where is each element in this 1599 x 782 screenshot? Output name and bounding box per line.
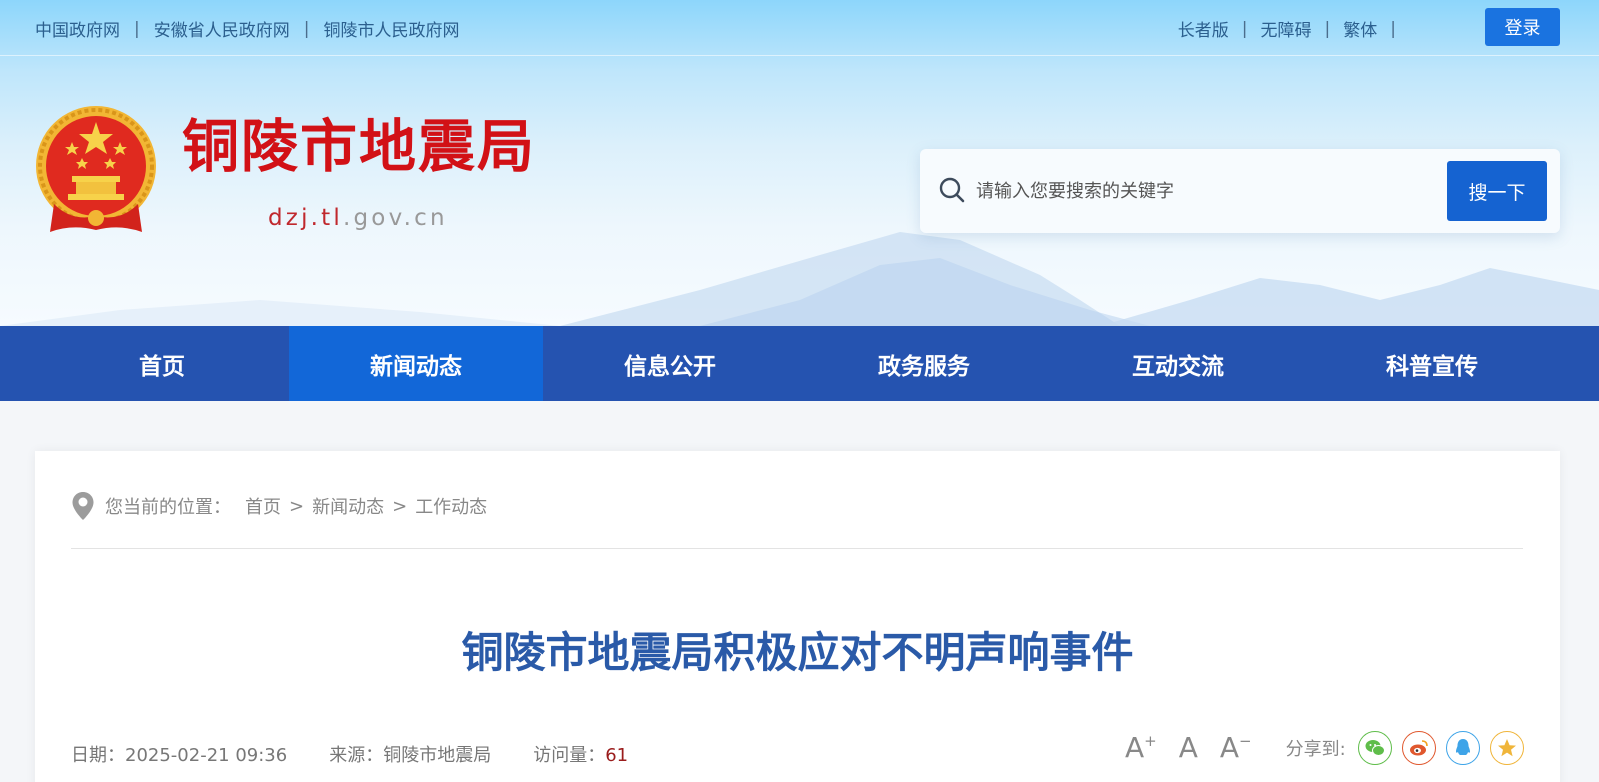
date-label: 日期： xyxy=(71,745,125,766)
weibo-icon xyxy=(1409,740,1428,756)
share-qzone-button[interactable] xyxy=(1489,731,1524,765)
font-larger-letter: A xyxy=(1125,731,1145,764)
font-larger-mark: + xyxy=(1144,732,1157,750)
separator: | xyxy=(303,18,310,39)
separator: | xyxy=(1241,18,1248,39)
article-meta: 日期：2025-02-21 09:36 来源：铜陵市地震局 访问量：61 xyxy=(71,741,670,767)
divider xyxy=(71,548,1523,549)
link-anhui-gov[interactable]: 安徽省人民政府网 xyxy=(154,16,290,41)
share-label: 分享到: xyxy=(1285,739,1346,760)
gov-links: 中国政府网 | 安徽省人民政府网 | 铜陵市人民政府网 xyxy=(35,16,459,42)
breadcrumb-label: 您当前的位置： xyxy=(105,497,231,518)
article-card: 您当前的位置： 首页 > 新闻动态 > 工作动态 铜陵市地震局积极应对不明声响事… xyxy=(35,451,1560,782)
location-pin-icon xyxy=(72,492,94,520)
date-value: 2025-02-21 09:36 xyxy=(125,745,288,766)
breadcrumb-separator: > xyxy=(392,495,408,517)
search-input[interactable] xyxy=(976,171,1416,211)
source-value: 铜陵市地震局 xyxy=(383,745,492,766)
font-normal-button[interactable]: A xyxy=(1179,734,1198,762)
font-smaller-button[interactable]: A− xyxy=(1220,734,1252,762)
breadcrumb-home[interactable]: 首页 xyxy=(245,493,281,519)
site-domain-suffix: .gov.cn xyxy=(342,205,448,231)
share-qq-button[interactable] xyxy=(1445,731,1480,765)
search-icon xyxy=(939,177,965,203)
font-smaller-mark: − xyxy=(1239,732,1252,750)
nav-item-info-disclosure[interactable]: 信息公开 xyxy=(543,326,797,401)
article-tools: A+ A A− 分享到: xyxy=(1125,731,1534,765)
article-date: 日期：2025-02-21 09:36 xyxy=(71,741,287,767)
nav-item-interaction[interactable]: 互动交流 xyxy=(1051,326,1305,401)
breadcrumb: 您当前的位置： 首页 > 新闻动态 > 工作动态 xyxy=(71,491,487,521)
separator: | xyxy=(1324,18,1331,39)
national-emblem-icon[interactable] xyxy=(32,104,160,240)
views-count: 61 xyxy=(605,745,629,766)
share-weibo-button[interactable] xyxy=(1401,731,1436,765)
link-tongling-gov[interactable]: 铜陵市人民政府网 xyxy=(323,16,459,41)
separator: | xyxy=(1390,18,1396,39)
nav-item-home[interactable]: 首页 xyxy=(35,326,289,401)
breadcrumb-separator: > xyxy=(289,495,305,517)
views-label: 访问量： xyxy=(533,745,606,766)
nav-item-gov-services[interactable]: 政务服务 xyxy=(797,326,1051,401)
separator: | xyxy=(134,18,140,39)
breadcrumb-work-news[interactable]: 工作动态 xyxy=(415,493,487,519)
article-title: 铜陵市地震局积极应对不明声响事件 xyxy=(461,628,1134,677)
site-domain-primary: dzj.tl xyxy=(268,205,343,231)
site-title: 铜陵市地震局 xyxy=(182,113,536,180)
header: 中国政府网 | 安徽省人民政府网 | 铜陵市人民政府网 长者版 | 无障碍 | … xyxy=(0,0,1599,326)
source-label: 来源： xyxy=(329,745,384,766)
login-button[interactable]: 登录 xyxy=(1485,8,1560,46)
font-smaller-letter: A xyxy=(1219,731,1240,764)
site-domain: dzj.tl.gov.cn xyxy=(268,205,448,231)
article-source: 来源：铜陵市地震局 xyxy=(329,741,491,767)
search-button[interactable]: 搜一下 xyxy=(1447,161,1547,221)
qzone-icon xyxy=(1497,739,1516,757)
search-box: 搜一下 xyxy=(920,149,1560,233)
main-nav: 首页 新闻动态 信息公开 政务服务 互动交流 科普宣传 xyxy=(0,326,1599,401)
breadcrumb-news[interactable]: 新闻动态 xyxy=(312,493,384,519)
elder-mode-link[interactable]: 长者版 xyxy=(1178,16,1229,41)
wechat-icon xyxy=(1365,740,1385,756)
qq-icon xyxy=(1455,739,1470,755)
utility-links: 长者版 | 无障碍 | 繁体 | xyxy=(1178,16,1409,42)
traditional-chinese-link[interactable]: 繁体 xyxy=(1343,16,1377,41)
share-wechat-button[interactable] xyxy=(1357,731,1392,765)
top-bar: 中国政府网 | 安徽省人民政府网 | 铜陵市人民政府网 长者版 | 无障碍 | … xyxy=(0,0,1599,56)
link-china-gov[interactable]: 中国政府网 xyxy=(35,16,120,41)
nav-item-news[interactable]: 新闻动态 xyxy=(289,326,543,401)
accessibility-link[interactable]: 无障碍 xyxy=(1261,16,1312,41)
nav-item-science[interactable]: 科普宣传 xyxy=(1305,326,1559,401)
font-larger-button[interactable]: A+ xyxy=(1125,734,1157,762)
article-views: 访问量：61 xyxy=(533,741,628,767)
